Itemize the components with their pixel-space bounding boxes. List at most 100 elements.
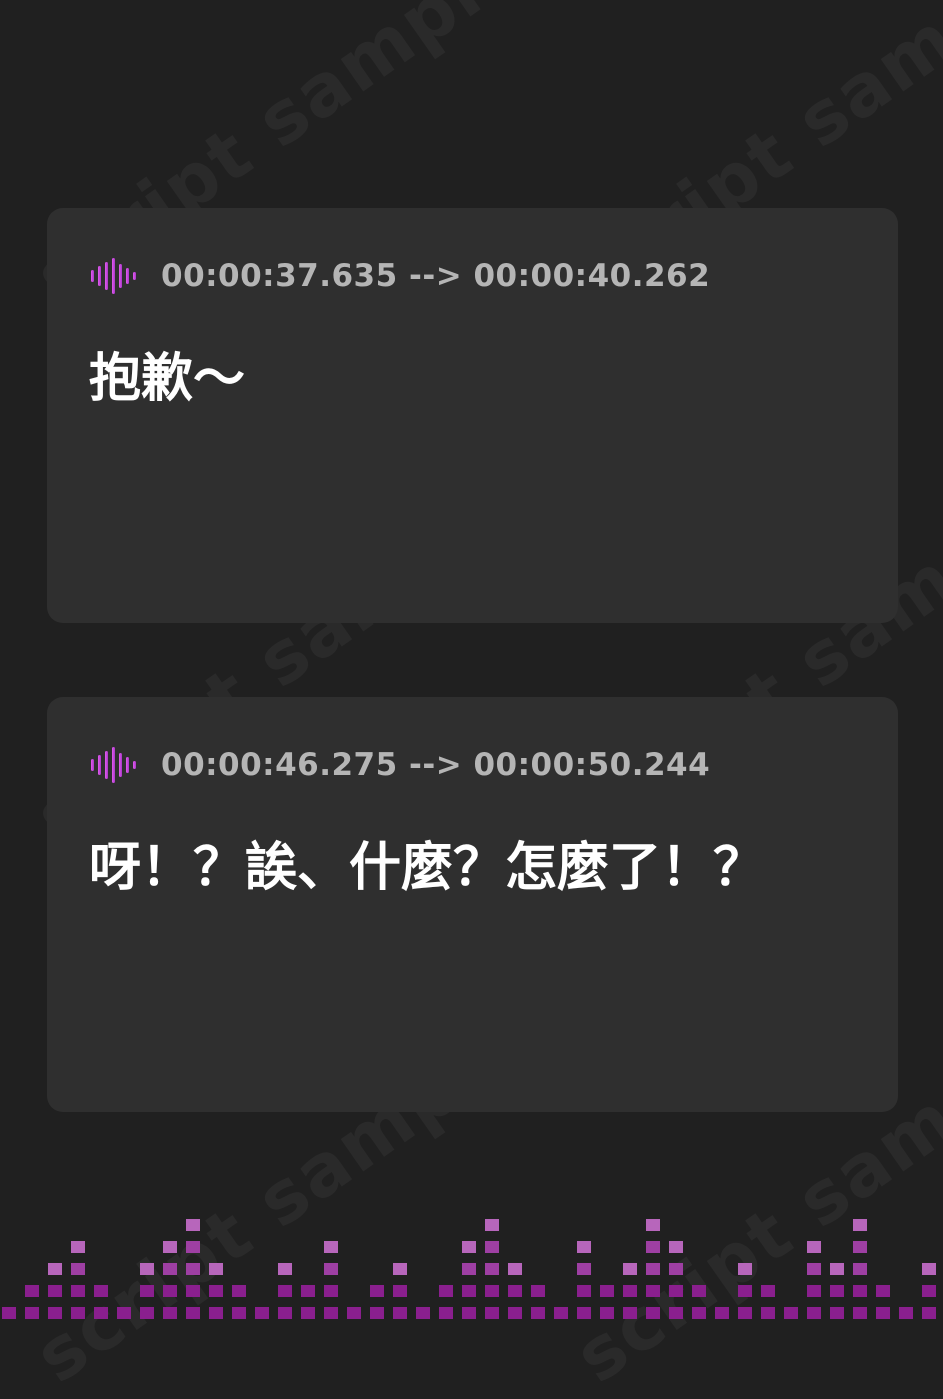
equalizer-decoration: [2, 1219, 936, 1319]
equalizer-block: [485, 1263, 499, 1275]
equalizer-block: [324, 1241, 338, 1253]
equalizer-block: [853, 1263, 867, 1275]
subtitle-text: 呀！？誒、什麼？怎麼了！？: [89, 838, 766, 898]
equalizer-block: [669, 1241, 683, 1253]
equalizer-block: [646, 1285, 660, 1297]
equalizer-block: [278, 1307, 292, 1319]
audio-waveform-icon: [91, 258, 136, 294]
equalizer-block: [278, 1263, 292, 1275]
equalizer-block: [508, 1263, 522, 1275]
equalizer-block: [876, 1307, 890, 1319]
audio-waveform-icon: [91, 747, 136, 783]
equalizer-block: [186, 1285, 200, 1297]
equalizer-block: [370, 1285, 384, 1297]
equalizer-block: [209, 1285, 223, 1297]
equalizer-block: [853, 1285, 867, 1297]
equalizer-block: [255, 1307, 269, 1319]
equalizer-block: [853, 1241, 867, 1253]
subtitle-card: 00:00:37.635 --> 00:00:40.262 抱歉～: [47, 208, 898, 623]
equalizer-block: [669, 1307, 683, 1319]
equalizer-block: [140, 1285, 154, 1297]
equalizer-block: [94, 1285, 108, 1297]
equalizer-block: [577, 1241, 591, 1253]
equalizer-block: [807, 1241, 821, 1253]
equalizer-block: [577, 1263, 591, 1275]
equalizer-block: [439, 1285, 453, 1297]
equalizer-block: [784, 1307, 798, 1319]
equalizer-block: [370, 1307, 384, 1319]
equalizer-block: [163, 1241, 177, 1253]
equalizer-block: [393, 1263, 407, 1275]
equalizer-block: [186, 1263, 200, 1275]
equalizer-block: [232, 1307, 246, 1319]
equalizer-block: [140, 1307, 154, 1319]
equalizer-block: [669, 1263, 683, 1275]
equalizer-block: [899, 1307, 913, 1319]
equalizer-block: [853, 1307, 867, 1319]
equalizer-block: [646, 1219, 660, 1231]
equalizer-block: [623, 1263, 637, 1275]
equalizer-block: [324, 1307, 338, 1319]
equalizer-block: [186, 1307, 200, 1319]
equalizer-block: [853, 1219, 867, 1231]
equalizer-block: [600, 1307, 614, 1319]
equalizer-block: [715, 1307, 729, 1319]
equalizer-block: [577, 1307, 591, 1319]
equalizer-block: [140, 1263, 154, 1275]
equalizer-block: [577, 1285, 591, 1297]
equalizer-block: [485, 1219, 499, 1231]
equalizer-block: [646, 1307, 660, 1319]
equalizer-block: [163, 1307, 177, 1319]
equalizer-block: [25, 1285, 39, 1297]
equalizer-block: [71, 1307, 85, 1319]
equalizer-block: [439, 1307, 453, 1319]
equalizer-block: [25, 1307, 39, 1319]
equalizer-block: [922, 1285, 936, 1297]
equalizer-block: [94, 1307, 108, 1319]
equalizer-block: [761, 1285, 775, 1297]
equalizer-block: [623, 1285, 637, 1297]
equalizer-block: [623, 1307, 637, 1319]
equalizer-block: [462, 1285, 476, 1297]
equalizer-block: [508, 1307, 522, 1319]
equalizer-block: [416, 1307, 430, 1319]
equalizer-block: [485, 1241, 499, 1253]
equalizer-block: [163, 1263, 177, 1275]
timestamp: 00:00:37.635 --> 00:00:40.262: [161, 258, 711, 294]
equalizer-block: [2, 1307, 16, 1319]
equalizer-block: [324, 1285, 338, 1297]
equalizer-block: [186, 1241, 200, 1253]
equalizer-block: [807, 1263, 821, 1275]
equalizer-block: [209, 1307, 223, 1319]
equalizer-block: [646, 1263, 660, 1275]
equalizer-block: [922, 1263, 936, 1275]
equalizer-block: [71, 1285, 85, 1297]
equalizer-block: [324, 1263, 338, 1275]
equalizer-block: [163, 1285, 177, 1297]
equalizer-block: [692, 1307, 706, 1319]
equalizer-block: [462, 1241, 476, 1253]
equalizer-block: [830, 1285, 844, 1297]
equalizer-block: [485, 1285, 499, 1297]
equalizer-block: [646, 1241, 660, 1253]
equalizer-block: [692, 1285, 706, 1297]
equalizer-block: [738, 1285, 752, 1297]
equalizer-block: [807, 1307, 821, 1319]
equalizer-block: [508, 1285, 522, 1297]
equalizer-block: [738, 1307, 752, 1319]
equalizer-block: [186, 1219, 200, 1231]
equalizer-block: [830, 1307, 844, 1319]
equalizer-block: [71, 1263, 85, 1275]
equalizer-block: [393, 1285, 407, 1297]
equalizer-block: [669, 1285, 683, 1297]
equalizer-block: [554, 1307, 568, 1319]
equalizer-block: [209, 1263, 223, 1275]
equalizer-block: [462, 1263, 476, 1275]
equalizer-block: [531, 1285, 545, 1297]
equalizer-block: [393, 1307, 407, 1319]
equalizer-block: [600, 1285, 614, 1297]
equalizer-block: [738, 1263, 752, 1275]
equalizer-block: [531, 1307, 545, 1319]
equalizer-block: [922, 1307, 936, 1319]
equalizer-block: [761, 1307, 775, 1319]
